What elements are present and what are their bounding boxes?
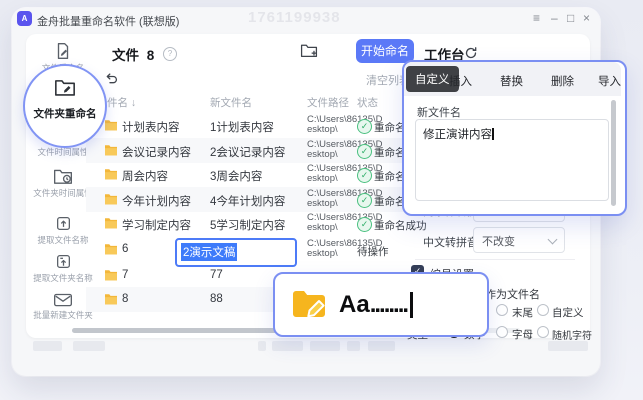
radio-position-custom[interactable] xyxy=(537,304,549,316)
pinyin-dropdown[interactable]: 不改变 xyxy=(473,227,565,253)
new-folder-batch-icon[interactable] xyxy=(53,291,73,308)
close-icon[interactable]: × xyxy=(583,11,590,25)
typing-indicator-overlay: Aa ........ xyxy=(273,272,489,337)
folder-icon xyxy=(104,144,118,156)
tab-delete[interactable]: 删除 xyxy=(551,73,574,89)
typing-dots: ........ xyxy=(370,291,407,319)
folder-icon xyxy=(104,269,118,281)
sidebar-item-label: 文件夹重命名 xyxy=(27,106,103,121)
text-cursor xyxy=(492,128,494,140)
sample-text: Aa xyxy=(339,291,370,319)
col-header-path[interactable]: 文件路径 xyxy=(307,95,349,110)
folder-rename-icon xyxy=(54,77,76,97)
maximize-icon[interactable]: □ xyxy=(567,11,574,25)
skeleton-block xyxy=(33,341,62,351)
skeleton-block xyxy=(73,341,105,351)
add-folder-icon[interactable] xyxy=(300,42,318,59)
skeleton-block xyxy=(258,341,266,351)
status-ok-icon: ✓ xyxy=(357,193,372,208)
skeleton-block xyxy=(272,341,303,351)
minimize-icon[interactable]: – xyxy=(551,11,558,25)
status-text: 待操作 xyxy=(357,244,389,259)
typing-cursor xyxy=(410,292,413,318)
app-logo-icon: A xyxy=(17,11,32,26)
window-title: 金舟批量重命名软件 (联想版) xyxy=(37,13,179,29)
folder-edit-icon xyxy=(291,289,327,320)
radio-type-random[interactable] xyxy=(537,326,549,338)
rename-edit-input[interactable]: 2演示文稿 xyxy=(175,238,297,267)
status-ok-icon: ✓ xyxy=(357,168,372,183)
help-icon[interactable]: ? xyxy=(163,47,177,61)
undo-icon[interactable] xyxy=(104,70,119,85)
tab-insert[interactable]: 插入 xyxy=(449,73,472,89)
screen: A 金舟批量重命名软件 (联想版) 1761199938 ≡ – □ × 文件重… xyxy=(0,0,643,400)
status-ok-icon: ✓ xyxy=(357,144,372,159)
folder-icon xyxy=(104,293,118,305)
selected-text: 2演示文稿 xyxy=(181,243,237,261)
files-count: 8 xyxy=(147,48,155,63)
status-ok-icon: ✓ xyxy=(357,217,372,232)
folder-icon xyxy=(104,193,118,205)
skeleton-block xyxy=(310,341,340,351)
chevron-down-icon xyxy=(548,235,558,245)
folder-icon xyxy=(104,243,118,255)
folder-icon xyxy=(104,119,118,131)
skeleton-block xyxy=(347,341,360,351)
status-text: 重命名成功 xyxy=(374,218,427,233)
col-header-status[interactable]: 状态 xyxy=(357,95,378,110)
pinyin-row-label: 中文转拼音 xyxy=(423,234,478,250)
col-header-new[interactable]: 新文件名 xyxy=(210,95,252,110)
radio-position-end[interactable] xyxy=(496,304,508,316)
tab-import[interactable]: 导入 xyxy=(598,73,621,89)
extract-filename-icon[interactable] xyxy=(55,215,72,232)
sidebar-item-extract-foldername[interactable]: 提取文件夹名称 xyxy=(21,272,105,284)
sidebar-item-extract-filename[interactable]: 提取文件名称 xyxy=(21,234,105,246)
folder-time-icon[interactable] xyxy=(53,167,73,185)
refresh-icon[interactable] xyxy=(464,46,478,60)
files-title: 文件 8 xyxy=(112,44,154,64)
start-rename-button[interactable]: 开始命名 xyxy=(356,39,414,63)
new-filename-textarea[interactable]: 修正演讲内容 xyxy=(415,119,609,201)
panel-scrollbar[interactable] xyxy=(611,100,616,206)
new-filename-label: 新文件名 xyxy=(417,104,461,120)
status-ok-icon: ✓ xyxy=(357,119,372,134)
sort-desc-icon[interactable]: ↓ xyxy=(131,97,136,109)
menu-icon[interactable]: ≡ xyxy=(533,11,540,25)
file-rename-icon[interactable] xyxy=(54,42,72,60)
folder-icon xyxy=(104,168,118,180)
skeleton-block xyxy=(368,341,395,351)
tab-replace[interactable]: 替换 xyxy=(500,73,523,89)
radio-type-letter[interactable] xyxy=(496,326,508,338)
skeleton-block xyxy=(548,341,588,351)
sidebar-item-folder-rename-active[interactable]: 文件夹重命名 xyxy=(23,64,107,148)
divider xyxy=(415,259,575,260)
folder-icon xyxy=(104,217,118,229)
extract-foldername-icon[interactable] xyxy=(55,253,72,270)
watermark: 1761199938 xyxy=(248,9,341,26)
